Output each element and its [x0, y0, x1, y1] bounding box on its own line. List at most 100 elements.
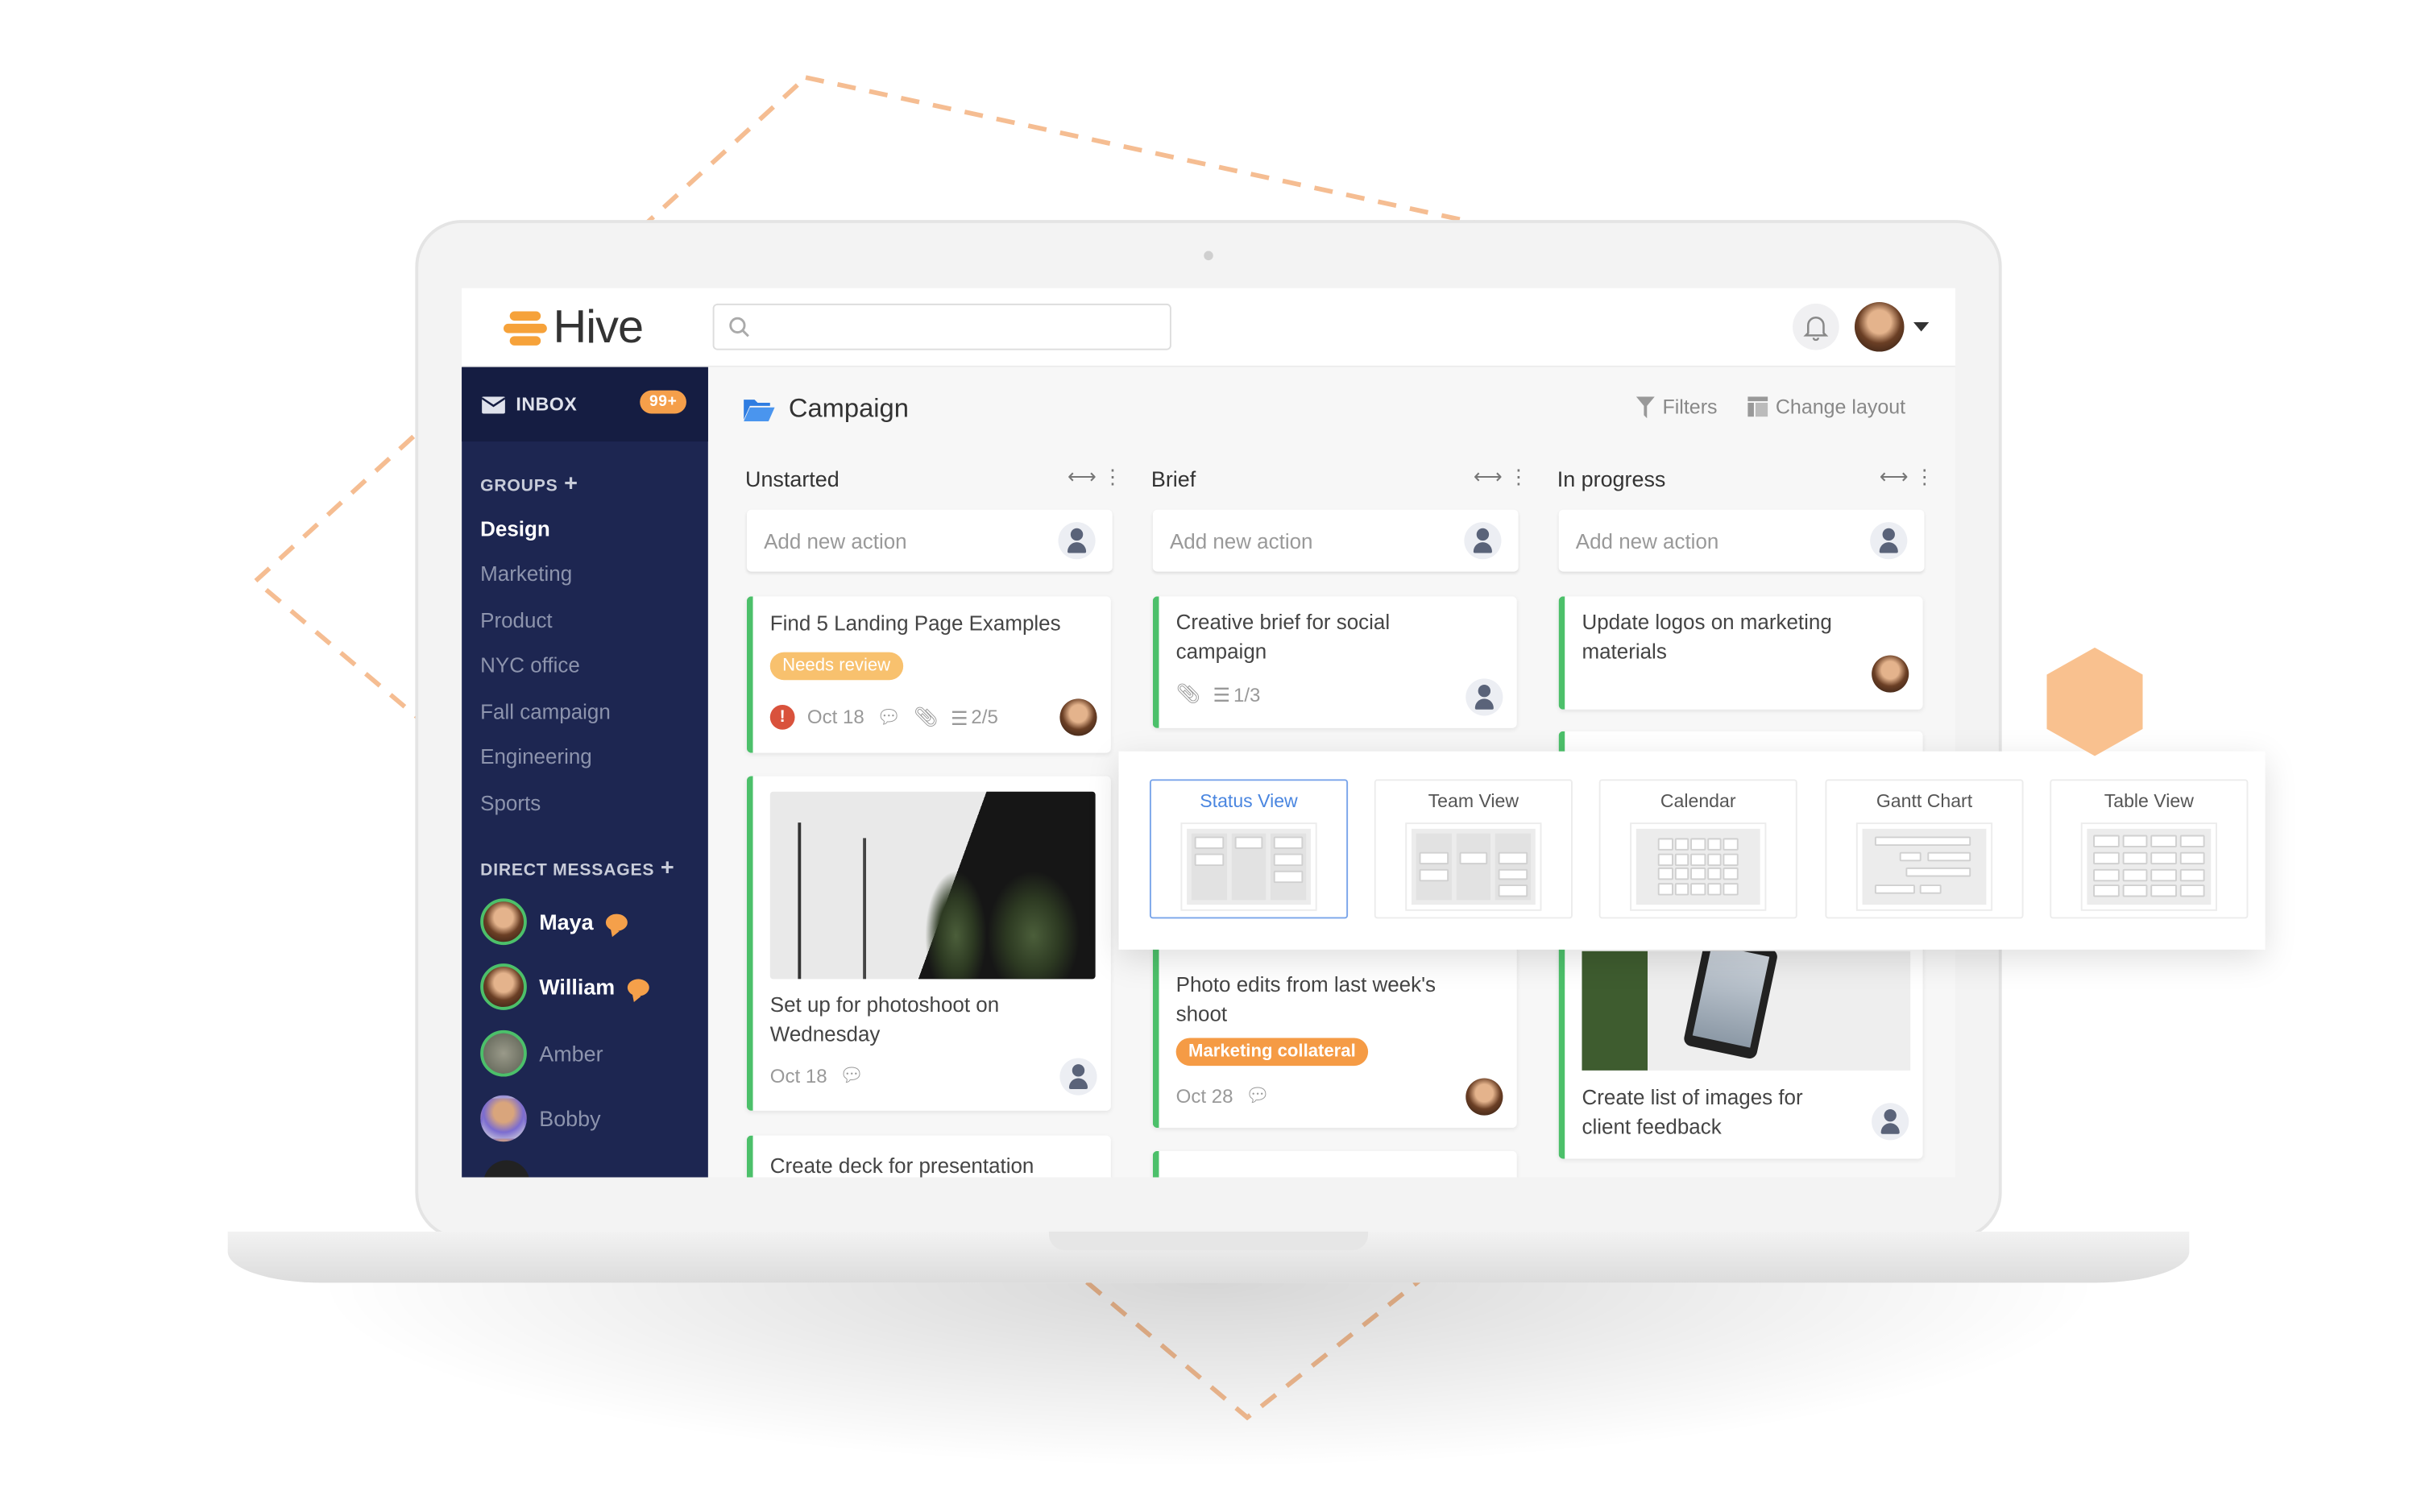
laptop-notch — [1048, 1231, 1369, 1250]
sidebar-item-design[interactable]: Design — [480, 517, 550, 541]
checklist-count: 2/5 — [971, 706, 998, 728]
card-meta: 📎︎ ☰ 1/3 — [1176, 683, 1261, 706]
filters-button[interactable]: Filters — [1636, 395, 1718, 418]
checklist-icon: ☰ — [950, 706, 968, 729]
card-meta: ! Oct 18 💬︎ 📎︎ ☰ 2/5 — [769, 705, 998, 730]
action-card[interactable]: Set up for photoshoot on Wednesday Oct 1… — [746, 776, 1111, 1111]
page-title-text: Campaign — [788, 393, 909, 424]
expand-horizontal-icon[interactable]: ⟷ — [1880, 465, 1915, 488]
view-option-team[interactable]: Team View — [1374, 779, 1573, 919]
attachment-icon[interactable]: 📎︎ — [914, 706, 939, 729]
avatar — [480, 1029, 527, 1077]
hive-logo-icon — [504, 310, 547, 347]
assignee-avatar[interactable] — [1466, 1078, 1503, 1116]
assign-person-icon[interactable] — [1466, 678, 1503, 716]
change-layout-label: Change layout — [1775, 395, 1906, 419]
dm-name: Maya — [539, 909, 594, 934]
more-vertical-icon[interactable]: ⋮ — [1914, 465, 1941, 488]
chevron-down-icon[interactable] — [1913, 322, 1930, 332]
sidebar-item-engineering[interactable]: Engineering — [480, 745, 592, 768]
assign-person-icon[interactable] — [1464, 522, 1502, 560]
dm-item-william[interactable]: William — [480, 962, 649, 1012]
avatar — [480, 963, 527, 1010]
assign-person-icon[interactable] — [1059, 1058, 1097, 1096]
add-action-placeholder: Add new action — [1169, 528, 1313, 553]
filters-label: Filters — [1662, 395, 1718, 419]
column-actions[interactable]: ⟷⋮ — [1068, 465, 1129, 490]
column-actions[interactable]: ⟷⋮ — [1880, 465, 1941, 490]
status-badge[interactable]: Needs review — [769, 652, 903, 681]
sidebar-item-product[interactable]: Product — [480, 609, 552, 632]
add-action-placeholder: Add new action — [764, 528, 907, 553]
column-title-brief: Brief — [1150, 466, 1196, 491]
comment-icon[interactable]: 💬︎ — [877, 706, 902, 729]
card-meta: Oct 28 💬︎ — [1176, 1084, 1271, 1108]
due-date: Oct 18 — [769, 1065, 827, 1087]
action-card[interactable]: Update logos on marketing materials — [1558, 596, 1923, 710]
notifications-button[interactable] — [1793, 303, 1839, 350]
comment-icon[interactable]: 💬︎ — [1246, 1084, 1271, 1108]
view-option-gantt[interactable]: Gantt Chart — [1825, 779, 2024, 919]
category-badge[interactable]: Marketing collateral — [1175, 1038, 1369, 1067]
view-option-calendar[interactable]: Calendar — [1598, 779, 1797, 919]
add-action-input[interactable]: Add new action — [746, 509, 1113, 572]
comment-icon[interactable]: 💬︎ — [840, 1064, 864, 1087]
assignee-avatar[interactable] — [1059, 698, 1097, 736]
status-view-thumbnail-icon — [1180, 822, 1317, 911]
change-layout-button[interactable]: Change layout — [1747, 395, 1905, 418]
sidebar-item-fall-campaign[interactable]: Fall campaign — [480, 700, 611, 723]
table-view-thumbnail-icon — [2080, 822, 2217, 911]
assign-person-icon[interactable] — [1870, 522, 1908, 560]
assign-person-icon[interactable] — [1872, 1103, 1909, 1141]
top-header: Hive — [462, 288, 1955, 367]
checklist-count: 1/3 — [1233, 684, 1261, 706]
filter-icon — [1636, 396, 1655, 418]
search-icon — [729, 317, 749, 338]
user-avatar[interactable] — [1854, 302, 1905, 352]
more-vertical-icon[interactable]: ⋮ — [1508, 465, 1535, 488]
action-card[interactable]: Create deck for presentation — [746, 1135, 1111, 1178]
action-card[interactable] — [1152, 1150, 1517, 1178]
add-dm-plus-icon[interactable]: + — [661, 855, 675, 882]
hive-logo[interactable]: Hive — [504, 302, 644, 353]
dm-item-amber[interactable]: Amber — [480, 1029, 603, 1079]
attachment-icon[interactable]: 📎︎ — [1176, 683, 1201, 706]
sidebar: INBOX 99+ GROUPS + Design Marketing Produ… — [462, 367, 708, 1178]
view-option-status[interactable]: Status View — [1149, 779, 1349, 919]
assignee-avatar[interactable] — [1872, 655, 1909, 693]
more-vertical-icon[interactable]: ⋮ — [1103, 465, 1130, 488]
due-date: Oct 28 — [1175, 1085, 1233, 1108]
add-action-input[interactable]: Add new action — [1558, 509, 1925, 572]
layout-picker-popup: Status View Team View Calendar Gantt Cha… — [1118, 751, 2266, 950]
add-group-plus-icon[interactable]: + — [564, 471, 578, 498]
dm-item-bobby[interactable]: Bobby — [480, 1094, 601, 1144]
view-option-table[interactable]: Table View — [2050, 779, 2249, 919]
laptop-shadow — [309, 1282, 2108, 1469]
dm-name: Amber — [539, 1041, 603, 1067]
sidebar-item-nyc-office[interactable]: NYC office — [480, 654, 580, 677]
expand-horizontal-icon[interactable]: ⟷ — [1474, 465, 1509, 488]
sidebar-item-marketing[interactable]: Marketing — [480, 562, 572, 586]
expand-horizontal-icon[interactable]: ⟷ — [1068, 465, 1103, 488]
direct-messages-header: DIRECT MESSAGES + — [480, 855, 674, 882]
view-label: Team View — [1428, 789, 1519, 812]
app-screen: Hive INBOX 99+ GROUPS + Design Marketing … — [462, 288, 1955, 1178]
column-actions[interactable]: ⟷⋮ — [1474, 465, 1535, 490]
avatar — [480, 1095, 527, 1142]
inbox-badge: 99+ — [640, 390, 686, 414]
search-input[interactable] — [712, 303, 1171, 350]
sidebar-item-sports[interactable]: Sports — [480, 792, 541, 815]
action-card[interactable]: Find 5 Landing Page Examples Needs revie… — [746, 596, 1111, 753]
sidebar-inbox[interactable]: INBOX 99+ — [462, 367, 708, 442]
card-title: Creative brief for social campaign — [1175, 610, 1391, 663]
dm-item-maya[interactable]: Maya — [480, 897, 628, 947]
add-action-input[interactable]: Add new action — [1152, 509, 1519, 572]
unread-chat-icon — [605, 913, 628, 930]
tablet-image — [1582, 951, 1911, 1071]
action-card[interactable]: Creative brief for social campaign 📎︎ ☰ 1/… — [1152, 596, 1517, 728]
view-label: Table View — [2104, 789, 2194, 812]
view-label: Status View — [1200, 789, 1298, 812]
bell-icon — [1803, 316, 1829, 342]
assign-person-icon[interactable] — [1058, 522, 1096, 560]
dm-label: DIRECT MESSAGES — [480, 861, 655, 880]
